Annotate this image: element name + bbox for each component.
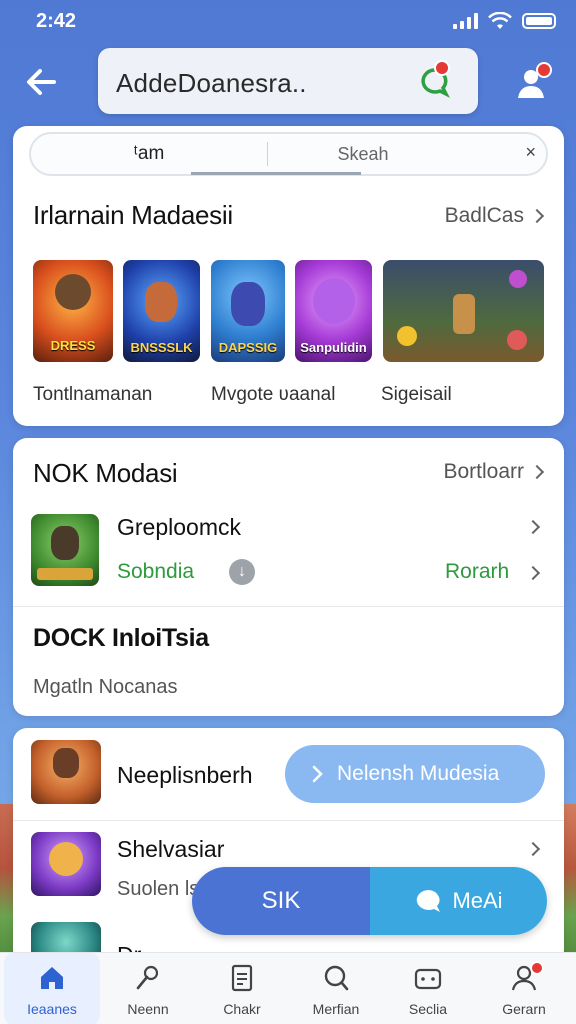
nav-item-mic[interactable]: Neenn [100,953,196,1024]
nav-item-chat[interactable]: Chakr [194,953,290,1024]
status-time: 2:42 [36,10,77,32]
nav-label: Seclia [408,1001,448,1017]
profile-button[interactable] [510,60,556,106]
sik-button[interactable]: SIK [192,867,370,935]
battery-icon [522,13,556,29]
meai-label: MeAi [452,888,503,913]
game-thumbnail[interactable]: DAPSSIG [211,260,285,362]
nav-label: Merfian [312,1001,360,1017]
list-item-action[interactable]: Rorarh [445,560,509,584]
game-thumbnail[interactable]: Sanpulidin [295,260,372,362]
tab-bar: ᵗam Skeah × [29,132,548,176]
app-icon[interactable] [31,740,101,804]
wifi-icon [488,12,512,29]
game-caption: Mvgote ʋaanal [211,384,336,405]
game-thumbnail[interactable]: BNSSSLK [123,260,200,362]
nav-label: Gerarn [502,1001,546,1017]
list-item-title[interactable]: Greploomck [117,514,241,541]
microphone-icon [136,965,159,990]
tab-indicator [191,172,361,175]
chevron-right-icon[interactable] [525,841,541,857]
notification-dot [434,60,450,76]
game-thumbnail[interactable] [383,260,544,362]
module-action-label: Nelensh Mudesia [337,762,500,785]
chevron-right-icon [529,208,545,224]
chevron-right-icon [529,464,545,480]
module-card: NOK Modasi Bortloarr Greploomck Sobndia … [13,438,564,716]
nav-item-home[interactable]: Ieaanes [4,953,100,1024]
game-controller-icon [414,968,442,990]
nav-label: Ieaanes [27,1001,77,1017]
nav-item-search[interactable]: Merfian [288,953,384,1024]
chat-bubble-icon [417,889,441,912]
see-more-link[interactable]: Bortloarr [443,460,545,484]
list-item-title[interactable]: Shelvasiar [117,836,224,863]
search-text: AddeDoanesra.. [116,68,307,98]
arrow-right-icon [312,765,323,783]
game-caption: Tontlnamanan [33,384,153,405]
search-icon [324,965,349,991]
divider [13,606,564,607]
tab-search[interactable]: Skeah [268,134,458,174]
notification-dot [536,62,552,78]
signal-icon [453,13,478,29]
module-action-button[interactable]: Nelensh Mudesia [285,745,545,803]
nav-label: Neenn [127,1001,169,1017]
app-icon[interactable] [31,514,99,586]
section-caption: Mgatln Nocanas [33,676,178,698]
nav-label: Chakr [223,1001,261,1017]
chevron-right-icon[interactable] [525,565,541,581]
nav-item-profile[interactable]: Gerarn [476,953,572,1024]
section-title: Irlarnain Madaesii [33,200,233,230]
status-bar: 2:42 [0,0,576,44]
list-item-subtitle: Suolen ls [117,878,200,900]
list-item-subtitle: Sobndia [117,560,195,583]
status-icons [453,12,556,30]
back-button[interactable] [20,60,64,104]
notification-dot [530,961,544,975]
tab-team[interactable]: ᵗam [31,134,267,174]
game-caption: Sigeisail [381,384,452,405]
list-item-title[interactable]: Neeplisnberh [117,762,253,789]
featured-card: ᵗam Skeah × Irlarnain Madaesii BadlCas D… [13,126,564,426]
arrow-left-icon [27,69,56,95]
app-icon[interactable] [31,832,101,896]
see-more-label: Bortloarr [443,460,524,483]
chevron-right-icon[interactable] [525,519,541,535]
bottom-nav: Ieaanes Neenn Chakr Merfian Seclia Gerar… [0,952,576,1024]
clipboard-icon [231,964,253,992]
meai-button[interactable]: MeAi [370,867,547,935]
section-subtitle: DOCK InloiTsia [33,624,209,652]
split-action-button: SIK MeAi [192,867,547,935]
info-icon[interactable]: ↓ [229,559,255,585]
game-thumbnail[interactable]: DRESS [33,260,113,362]
chat-button[interactable] [414,60,454,102]
section-title: NOK Modasi [33,458,178,488]
see-more-link[interactable]: BadlCas [444,204,545,228]
close-icon[interactable]: × [525,142,536,163]
home-icon [41,967,63,989]
nav-item-games[interactable]: Seclia [380,953,476,1024]
see-more-label: BadlCas [444,204,524,227]
search-box[interactable]: AddeDoanesra.. [98,48,478,114]
divider [13,820,564,821]
